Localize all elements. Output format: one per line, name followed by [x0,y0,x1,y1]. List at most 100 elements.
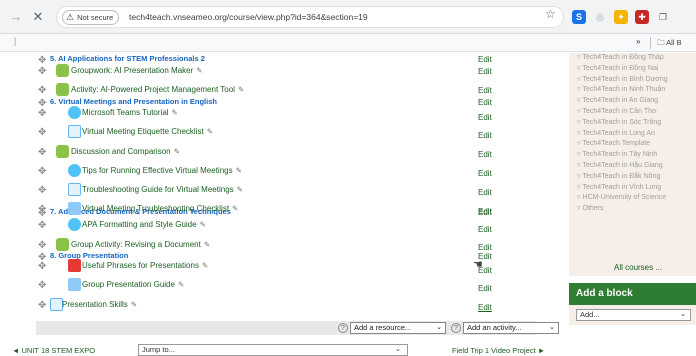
edit-link[interactable]: Edit [478,225,492,234]
pencil-icon[interactable]: ✎ [196,66,202,75]
pencil-icon[interactable]: ✎ [174,147,180,156]
course-category-item[interactable]: ▿ Tech4Teach in Đắk Nông [577,172,660,180]
shield-extension-icon[interactable]: ◎ [593,10,607,24]
edit-link[interactable]: Edit [478,86,492,95]
move-handle-icon[interactable]: ✥ [38,67,46,77]
pencil-icon[interactable]: ✎ [178,280,184,289]
course-category-item[interactable]: ▿ Others [577,204,604,212]
forum-icon [56,238,69,251]
course-category-item[interactable]: ▿ Tech4Teach in Đồng Tháp [577,53,664,61]
course-category-item[interactable]: ▿ Tech4Teach in Cần Thơ [577,107,657,115]
course-category-item[interactable]: ▿ Tech4Teach in Vĩnh Long [577,183,661,191]
prev-section-link[interactable]: ◄ UNIT 18 STEM EXPO [12,346,95,355]
not-secure-chip[interactable]: ⚠ Not secure [62,10,120,25]
course-category-item[interactable]: ▿ HCM-University of Science [577,193,666,201]
activity-link[interactable]: Group Activity: Revising a Document ✎ [71,240,210,249]
add-block-select[interactable]: Add... ⌄ [576,309,691,321]
pencil-icon[interactable]: ✎ [236,166,242,175]
forum-icon [56,83,69,96]
move-handle-icon[interactable]: ✥ [38,281,46,291]
address-bar[interactable]: ⚠ Not secure tech4teach.vnseameo.org/cou… [56,6,564,28]
move-handle-icon[interactable]: ✥ [38,109,46,119]
edit-link[interactable]: Edit [478,131,492,140]
stop-loading-icon[interactable]: ✕ [30,9,46,25]
activity-link[interactable]: Tips for Running Effective Virtual Meeti… [82,166,242,175]
course-category-item[interactable]: ▿ Tech4Teach in Long An [577,129,655,137]
activity-link[interactable]: Groupwork: AI Presentation Maker ✎ [71,66,203,75]
edit-link[interactable]: Edit [478,67,492,76]
activity-name: Tips for Running Effective Virtual Meeti… [82,166,233,175]
move-handle-icon[interactable]: ✥ [38,167,46,177]
move-handle-icon[interactable]: ✥ [38,301,46,311]
edit-link[interactable]: Edit [478,113,492,122]
course-category-item[interactable]: ▿ Tech4Teach in An Giang [577,96,658,104]
course-category-item[interactable]: ▿ Tech4Teach in Hậu Giang [577,161,663,169]
pencil-icon[interactable]: ✎ [131,300,137,309]
add-resource-select[interactable]: Add a resource... ⌄ [350,322,446,334]
course-category-item[interactable]: ▿ Tech4Teach in Sóc Trăng [577,118,661,126]
pencil-icon[interactable]: ✎ [237,185,243,194]
pencil-icon[interactable]: ✎ [207,127,213,136]
activity-name: Virtual Meeting Troubleshooting Checklis… [82,204,230,213]
edit-link[interactable]: Edit [478,169,492,178]
course-category-item[interactable]: ▿ Tech4Teach in Tây Ninh [577,150,657,158]
move-handle-icon[interactable]: ✥ [38,186,46,196]
pencil-icon[interactable]: ✎ [202,261,208,270]
activity-link[interactable]: Virtual Meeting Etiquette Checklist ✎ [82,127,213,136]
activity-link[interactable]: Troubleshooting Guide for Virtual Meetin… [82,185,243,194]
move-handle-icon[interactable]: ✥ [38,205,46,215]
pencil-icon[interactable]: ✎ [238,85,244,94]
course-category-item[interactable]: ▿ Tech4Teach in Ninh Thuận [577,85,665,93]
activity-link[interactable]: APA Formatting and Style Guide ✎ [82,220,206,229]
activity-link[interactable]: Useful Phrases for Presentations ✎ [82,261,208,270]
edit-link[interactable]: Edit [478,243,492,252]
rocket-extension-icon[interactable]: ✦ [614,10,628,24]
edit-link[interactable]: Edit [478,284,492,293]
activity-link[interactable]: Group Presentation Guide ✎ [82,280,184,289]
jump-to-select[interactable]: Jump to... ⌄ [138,344,408,356]
activity-link[interactable]: Virtual Meeting Troubleshooting Checklis… [82,204,238,213]
activity-link[interactable]: Presentation Skills ✎ [62,300,137,309]
edit-link[interactable]: Edit [478,188,492,197]
move-handle-icon[interactable]: ✥ [38,86,46,96]
puzzle-extension-icon[interactable]: ✚ [635,10,649,24]
pencil-icon[interactable]: ✎ [232,204,238,213]
move-handle-icon[interactable]: ✥ [38,241,46,251]
pencil-icon[interactable]: ✎ [200,220,206,229]
edit-link[interactable]: Edit [478,303,492,312]
chevron-down-icon: ⌄ [436,324,442,331]
help-icon[interactable]: ? [451,323,461,333]
move-handle-icon[interactable]: ✥ [38,262,46,272]
all-courses-link[interactable]: All courses ... [614,263,662,272]
course-category-label: Tech4Teach in Đắk Nông [582,172,661,180]
activity-link[interactable]: Activity: AI-Powered Project Management … [71,85,244,94]
move-handle-icon[interactable]: ✥ [38,128,46,138]
course-category-item[interactable]: ▿ Tech4Teach in Bình Dương [577,75,668,83]
bookmark-star-icon[interactable]: ☆ [545,7,556,21]
bookmarks-overflow-button[interactable]: » [636,37,640,46]
move-handle-icon[interactable]: ✥ [38,221,46,231]
edit-link[interactable]: Edit [478,150,492,159]
all-bookmarks-folder[interactable]: 🗀 All B [657,37,682,50]
course-category-item[interactable]: ▿ Tech4Teach in Đồng Nai [577,64,658,72]
bookmarks-divider-icon: | [14,36,17,46]
pencil-icon[interactable]: ✎ [204,240,210,249]
pencil-icon[interactable]: ✎ [172,108,178,117]
next-section-link[interactable]: Field Trip 1 Video Project ► [452,346,545,355]
folder-toggle-icon: ▿ [577,86,581,94]
folder-toggle-icon: ▿ [577,162,581,169]
activity-name: Virtual Meeting Etiquette Checklist [82,127,204,136]
add-activity-select[interactable]: Add an activity... ⌄ [463,322,559,334]
activity-row: ✥ Presentation Skills ✎ [36,297,536,315]
forward-arrow-icon[interactable]: → [8,9,24,25]
move-handle-icon[interactable]: ✥ [38,148,46,158]
help-icon[interactable]: ? [338,323,348,333]
activity-link[interactable]: Microsoft Teams Tutorial ✎ [82,108,178,117]
course-category-item[interactable]: ▿ Tech4Teach Template [577,139,650,147]
url-text[interactable]: tech4teach.vnseameo.org/course/view.php?… [129,12,368,22]
section-title[interactable]: 5. AI Applications for STEM Professional… [50,54,205,63]
s-extension-icon[interactable]: S [572,10,586,24]
activity-link[interactable]: Discussion and Comparison ✎ [71,147,180,156]
edit-link[interactable]: Edit [478,207,492,216]
copy-extension-icon[interactable]: ❐ [656,10,670,24]
